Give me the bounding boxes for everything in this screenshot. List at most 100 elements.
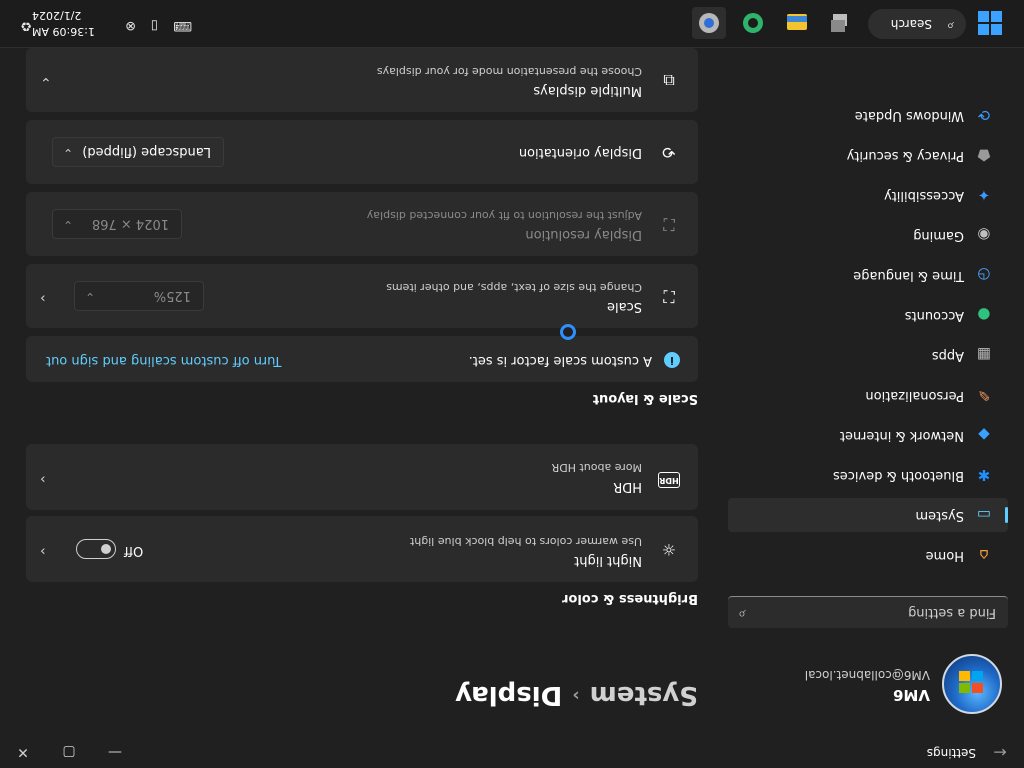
- windows-update-icon: ⟳: [977, 106, 991, 124]
- custom-scale-notice: i A custom scale factor is set. Turn off…: [26, 336, 698, 382]
- night-light-card[interactable]: ☼ Night light Use warmer colors to help …: [26, 516, 698, 582]
- sidebar-item-label: Apps: [931, 348, 964, 363]
- avatar[interactable]: [942, 654, 1002, 714]
- scale-dropdown[interactable]: 125% ⌄: [74, 281, 204, 311]
- taskbar-search[interactable]: ⌕ Search: [868, 9, 966, 39]
- minimize-button[interactable]: —: [92, 736, 138, 768]
- multiple-displays-icon: ⧉: [663, 71, 675, 90]
- section-heading-brightness: Brightness & color: [562, 591, 698, 606]
- sidebar-item-time-language[interactable]: ◷ Time & language: [728, 258, 1008, 292]
- network-icon[interactable]: ▯: [151, 18, 158, 33]
- profile-email: VM6@collabnet.local: [804, 668, 930, 682]
- chevron-down-icon: ⌄: [63, 146, 74, 160]
- multiple-displays-subtitle: Choose the presentation mode for your di…: [376, 65, 642, 78]
- close-button[interactable]: ✕: [0, 736, 46, 768]
- scale-subtitle: Change the size of text, apps, and other…: [386, 281, 642, 294]
- recycle-bin-icon[interactable]: ♻: [20, 18, 32, 33]
- accessibility-icon: ✦: [977, 186, 991, 204]
- home-icon: ⌂: [979, 546, 989, 564]
- taskbar-search-label: Search: [890, 17, 932, 31]
- sidebar-item-label: Gaming: [913, 228, 964, 243]
- brush-icon: ✎: [977, 386, 991, 404]
- busy-cursor-icon: [560, 324, 576, 340]
- sidebar-item-windows-update[interactable]: ⟳ Windows Update: [728, 98, 1008, 132]
- sidebar-item-gaming[interactable]: ◉ Gaming: [728, 218, 1008, 252]
- green-app-icon[interactable]: [736, 7, 770, 39]
- night-light-toggle[interactable]: [76, 539, 116, 559]
- sidebar-item-home[interactable]: ⌂ Home: [728, 538, 1008, 572]
- search-input[interactable]: Find a setting ⌕: [728, 596, 1008, 628]
- chevron-right-icon[interactable]: ›: [40, 543, 46, 559]
- sidebar-item-label: Bluetooth & devices: [833, 468, 964, 483]
- resolution-value: 1024 × 768: [91, 216, 169, 231]
- sidebar-item-label: Personalization: [865, 388, 964, 403]
- sidebar-item-label: Accessibility: [884, 188, 964, 203]
- sidebar-item-label: Home: [925, 548, 964, 563]
- sidebar-item-label: Privacy & security: [846, 148, 964, 163]
- breadcrumb-separator: ›: [572, 685, 580, 706]
- sidebar-item-personalization[interactable]: ✎ Personalization: [728, 378, 1008, 412]
- start-button[interactable]: [978, 11, 1002, 35]
- taskbar: ⌕ Search ⌨ ▯ ⊗ 1:36:09 AM 2/1/2024 ♻: [0, 0, 1024, 48]
- back-arrow-icon[interactable]: ←: [988, 742, 1012, 762]
- gaming-icon: ◉: [977, 226, 991, 244]
- file-explorer-icon[interactable]: [780, 7, 814, 39]
- hdr-title: HDR: [613, 479, 642, 494]
- sidebar-item-accessibility[interactable]: ✦ Accessibility: [728, 178, 1008, 212]
- sidebar-item-label: Network & internet: [839, 428, 964, 443]
- hdr-icon: HDR: [658, 472, 680, 488]
- chevron-right-icon[interactable]: ›: [40, 290, 46, 306]
- chevron-right-icon[interactable]: ›: [40, 471, 46, 487]
- task-view-icon[interactable]: [824, 7, 858, 39]
- keyboard-icon[interactable]: ⌨: [173, 18, 192, 33]
- time-language-icon: ◷: [977, 266, 991, 284]
- apps-icon: ▦: [976, 346, 992, 364]
- clock[interactable]: 1:36:09 AM 2/1/2024: [32, 7, 132, 39]
- app-title: Settings: [926, 746, 976, 760]
- toggle-knob: [101, 544, 111, 554]
- settings-gear-icon[interactable]: [692, 7, 726, 39]
- orientation-icon: ⟲: [662, 143, 676, 162]
- section-heading-scale: Scale & layout: [592, 391, 698, 406]
- search-placeholder: Find a setting: [908, 605, 996, 620]
- scale-card[interactable]: ⛶ Scale Change the size of text, apps, a…: [26, 264, 698, 328]
- page-title: Display: [455, 680, 563, 710]
- network-icon: ◆: [978, 426, 990, 444]
- search-icon: ⌕: [946, 18, 954, 33]
- sidebar-item-network-internet[interactable]: ◆ Network & internet: [728, 418, 1008, 452]
- resolution-icon: ⛶: [663, 215, 675, 234]
- scale-title: Scale: [607, 299, 642, 314]
- accounts-icon: ●: [977, 306, 991, 324]
- sidebar-item-accounts[interactable]: ● Accounts: [728, 298, 1008, 332]
- sun-icon: ☼: [661, 540, 677, 559]
- sidebar-item-privacy-security[interactable]: ⬟ Privacy & security: [728, 138, 1008, 172]
- selection-indicator: [1005, 507, 1008, 523]
- breadcrumb: System › Display: [455, 680, 698, 710]
- night-light-subtitle: Use warmer colors to help block blue lig…: [409, 535, 642, 548]
- scale-icon: ⛶: [663, 287, 675, 306]
- maximize-button[interactable]: ▢: [46, 736, 92, 768]
- sidebar-item-label: Windows Update: [854, 108, 964, 123]
- orientation-dropdown[interactable]: Landscape (flipped) ⌄: [52, 137, 224, 167]
- sidebar-item-bluetooth-devices[interactable]: ✱ Bluetooth & devices: [728, 458, 1008, 492]
- info-icon: i: [664, 352, 680, 368]
- notice-text: A custom scale factor is set.: [468, 353, 652, 368]
- hdr-card[interactable]: HDR HDR More about HDR ›: [26, 444, 698, 510]
- system-icon: ▭: [976, 506, 992, 524]
- search-icon: ⌕: [738, 606, 746, 622]
- multiple-displays-card[interactable]: ⧉ Multiple displays Choose the presentat…: [26, 48, 698, 112]
- sidebar-item-apps[interactable]: ▦ Apps: [728, 338, 1008, 372]
- breadcrumb-parent[interactable]: System: [590, 680, 698, 710]
- profile-name: VM6: [893, 686, 930, 704]
- sidebar-item-system[interactable]: ▭ System: [728, 498, 1008, 532]
- clock-time: 1:36:09 AM: [32, 25, 95, 38]
- settings-window: ← Settings — ▢ ✕ VM6 VM6@collabnet.local…: [0, 0, 1024, 768]
- hdr-more-link[interactable]: More about HDR: [552, 461, 642, 474]
- night-light-title: Night light: [574, 553, 642, 568]
- multiple-displays-title: Multiple displays: [533, 83, 642, 98]
- turn-off-scaling-link[interactable]: Turn off custom scaling and sign out: [46, 353, 281, 368]
- orientation-card[interactable]: ⟲ Display orientation Landscape (flipped…: [26, 120, 698, 184]
- title-bar: ← Settings — ▢ ✕: [0, 736, 1024, 768]
- chevron-down-icon[interactable]: ⌄: [40, 74, 52, 90]
- orientation-title: Display orientation: [518, 145, 642, 160]
